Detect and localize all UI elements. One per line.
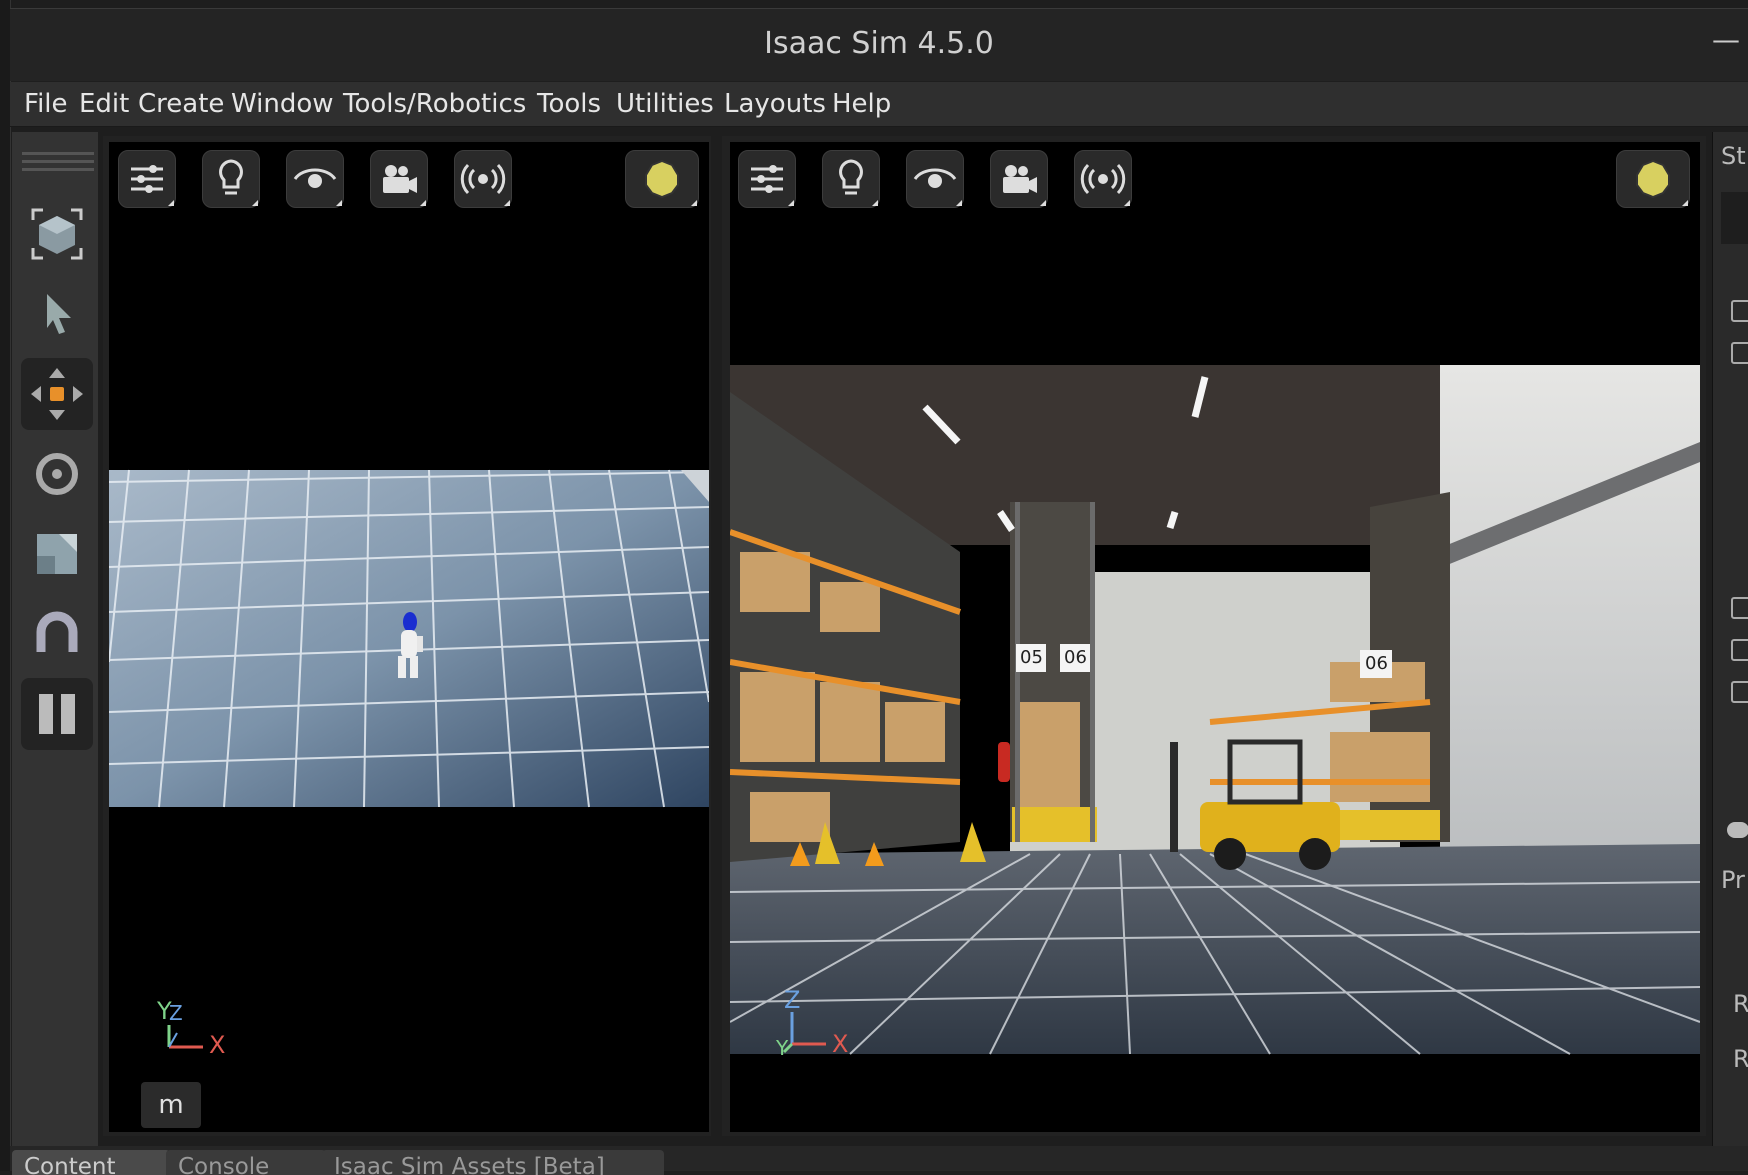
- rack-label-06: 06: [1064, 647, 1087, 668]
- expand-icon[interactable]: [1731, 300, 1748, 322]
- right-panel: St Pr R R: [1712, 132, 1748, 1147]
- render-wave-icon[interactable]: [454, 150, 512, 208]
- move-icon[interactable]: [21, 358, 93, 430]
- axis-label-z: Z: [169, 1001, 183, 1025]
- stage-search-field[interactable]: [1721, 192, 1748, 244]
- menu-edit[interactable]: Edit: [79, 89, 129, 119]
- stage-panel-label[interactable]: St: [1721, 142, 1746, 170]
- window-title: Isaac Sim 4.5.0: [764, 26, 994, 61]
- pause-icon[interactable]: [21, 678, 93, 750]
- select-arrow-icon[interactable]: [21, 278, 93, 350]
- menu-help[interactable]: Help: [832, 89, 891, 119]
- menu-window[interactable]: Window: [231, 89, 334, 119]
- minimize-button[interactable]: —: [1712, 23, 1740, 56]
- lightbulb-icon[interactable]: [202, 150, 260, 208]
- property-panel-label[interactable]: Pr: [1721, 866, 1745, 894]
- toolbar-grip[interactable]: [22, 160, 94, 163]
- expand-icon[interactable]: [1731, 639, 1748, 661]
- units-button[interactable]: m: [141, 1082, 201, 1128]
- scale-icon[interactable]: [21, 518, 93, 590]
- warehouse-render: [730, 365, 1700, 1055]
- axis-gizmo: Y Z X: [157, 997, 237, 1059]
- title-bar: Isaac Sim 4.5.0 —: [10, 8, 1748, 81]
- axis-gizmo: Z Y X: [776, 986, 856, 1060]
- sun-icon[interactable]: [625, 150, 699, 208]
- rack-label-05: 05: [1020, 647, 1043, 668]
- tab-isaac-sim-assets[interactable]: Isaac Sim Assets [Beta]: [322, 1150, 664, 1175]
- camera-icon[interactable]: [370, 150, 428, 208]
- bottom-tab-bar: Content Console Isaac Sim Assets [Beta]: [10, 1146, 1748, 1175]
- axis-label-x: X: [832, 1030, 849, 1058]
- axis-label-y: Y: [776, 1036, 789, 1060]
- rack-label-06-right: 06: [1365, 653, 1388, 674]
- axis-label-x: X: [209, 1031, 226, 1059]
- camera-icon[interactable]: [990, 150, 1048, 208]
- sun-icon[interactable]: [1616, 150, 1690, 208]
- menu-utilities[interactable]: Utilities: [616, 89, 714, 119]
- frame-selection-icon[interactable]: [21, 198, 93, 270]
- viewport-1[interactable]: Y Z X m: [109, 142, 709, 1132]
- menu-create[interactable]: Create: [138, 89, 224, 119]
- property-row-label: R: [1733, 1045, 1748, 1073]
- toolbar-grip[interactable]: [22, 152, 94, 155]
- menu-tools-robotics[interactable]: Tools/Robotics: [343, 89, 526, 119]
- menu-file[interactable]: File: [24, 89, 68, 119]
- toolbar-grip[interactable]: [22, 168, 94, 171]
- expand-icon[interactable]: [1731, 597, 1748, 619]
- snap-magnet-icon[interactable]: [21, 598, 93, 670]
- menu-layouts[interactable]: Layouts: [724, 89, 826, 119]
- scrollbar-thumb[interactable]: [1727, 822, 1748, 838]
- rotate-icon[interactable]: [21, 438, 93, 510]
- floor-grid-top-view: [109, 469, 709, 808]
- eye-icon[interactable]: [906, 150, 964, 208]
- menu-bar: File Edit Create Window Tools/Robotics T…: [10, 82, 1748, 127]
- expand-icon[interactable]: [1731, 681, 1748, 703]
- lightbulb-icon[interactable]: [822, 150, 880, 208]
- property-row-label: R: [1733, 990, 1748, 1018]
- eye-icon[interactable]: [286, 150, 344, 208]
- tab-content[interactable]: Content: [12, 1150, 170, 1175]
- transform-toolbar: [12, 132, 98, 1147]
- tab-console[interactable]: Console: [166, 1150, 326, 1175]
- axis-label-z: Z: [784, 986, 801, 1014]
- collapse-icon[interactable]: [1731, 342, 1748, 364]
- viewport-2[interactable]: 05 06 06 Z Y X: [730, 142, 1700, 1132]
- menu-tools[interactable]: Tools: [537, 89, 601, 119]
- render-wave-icon[interactable]: [1074, 150, 1132, 208]
- left-window-edge: [0, 0, 11, 1171]
- settings-sliders-icon[interactable]: [738, 150, 796, 208]
- settings-sliders-icon[interactable]: [118, 150, 176, 208]
